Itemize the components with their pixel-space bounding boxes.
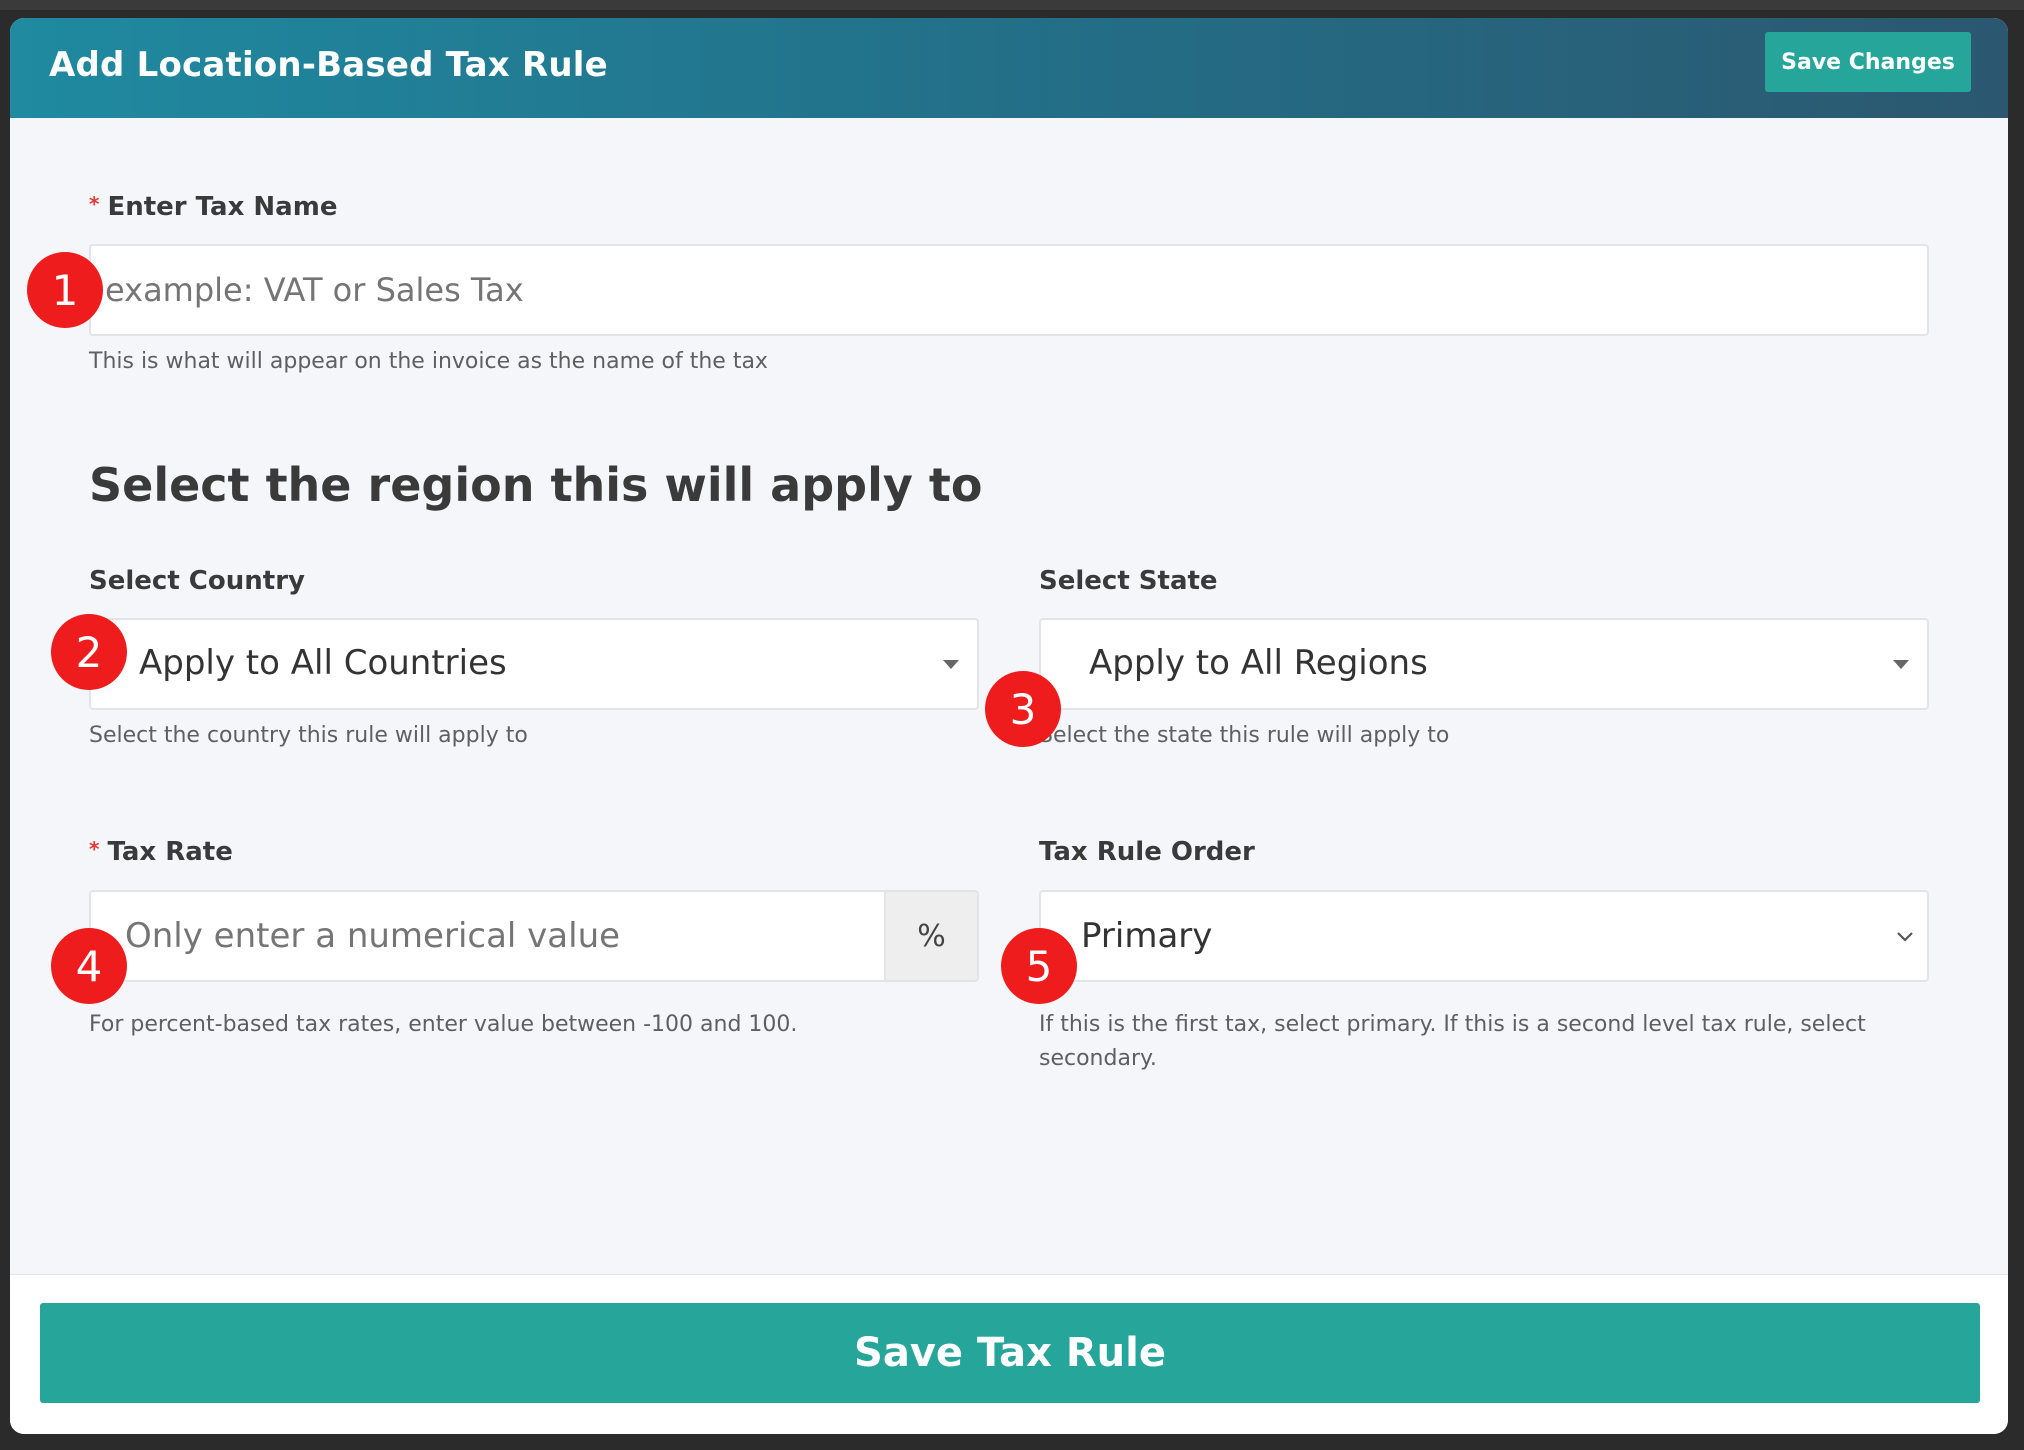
rule-order-selected-value: Primary	[1081, 916, 1213, 956]
modal-title: Add Location-Based Tax Rule	[49, 45, 608, 85]
region-heading: Select the region this will apply to	[89, 458, 983, 512]
annotation-badge-1: 1	[27, 252, 103, 328]
required-mark: *	[89, 837, 100, 861]
state-selected-value: Apply to All Regions	[1089, 643, 1428, 683]
tax-rate-label: * Tax Rate	[89, 837, 233, 867]
country-select[interactable]: Apply to All Countries	[89, 618, 979, 710]
save-changes-button[interactable]: Save Changes	[1765, 32, 1971, 92]
country-help: Select the country this rule will apply …	[89, 723, 528, 748]
state-help: Select the state this rule will apply to	[1039, 723, 1450, 748]
caret-down-icon	[1893, 660, 1909, 669]
modal-header: Add Location-Based Tax Rule Save Changes	[10, 18, 2008, 118]
required-mark: *	[89, 192, 100, 216]
rule-order-help: If this is the first tax, select primary…	[1039, 1012, 1866, 1071]
annotation-badge-3: 3	[985, 671, 1061, 747]
modal-footer: Save Tax Rule	[10, 1274, 2008, 1434]
tax-name-help: This is what will appear on the invoice …	[89, 349, 768, 374]
country-label: Select Country	[89, 566, 305, 596]
rule-order-label: Tax Rule Order	[1039, 837, 1255, 867]
caret-down-icon	[943, 660, 959, 669]
annotation-badge-2: 2	[51, 614, 127, 690]
annotation-badge-5: 5	[1001, 928, 1077, 1004]
country-selected-value: Apply to All Countries	[139, 643, 507, 683]
tax-rate-help: For percent-based tax rates, enter value…	[89, 1012, 798, 1037]
state-select[interactable]: Apply to All Regions	[1039, 618, 1929, 710]
rule-order-select[interactable]: Primary	[1039, 890, 1929, 982]
tax-rule-modal: Add Location-Based Tax Rule Save Changes…	[10, 18, 2008, 1434]
tax-name-input[interactable]	[89, 244, 1929, 336]
tax-rate-input[interactable]	[89, 890, 886, 982]
percent-addon: %	[884, 890, 979, 982]
backdrop-top-bar	[0, 0, 2024, 10]
chevron-down-icon	[1897, 932, 1913, 942]
tax-name-label: * Enter Tax Name	[89, 192, 337, 222]
save-tax-rule-button[interactable]: Save Tax Rule	[40, 1303, 1980, 1403]
annotation-badge-4: 4	[51, 928, 127, 1004]
tax-rate-label-text: Tax Rate	[107, 837, 233, 867]
state-label: Select State	[1039, 566, 1218, 596]
tax-name-label-text: Enter Tax Name	[107, 192, 338, 222]
